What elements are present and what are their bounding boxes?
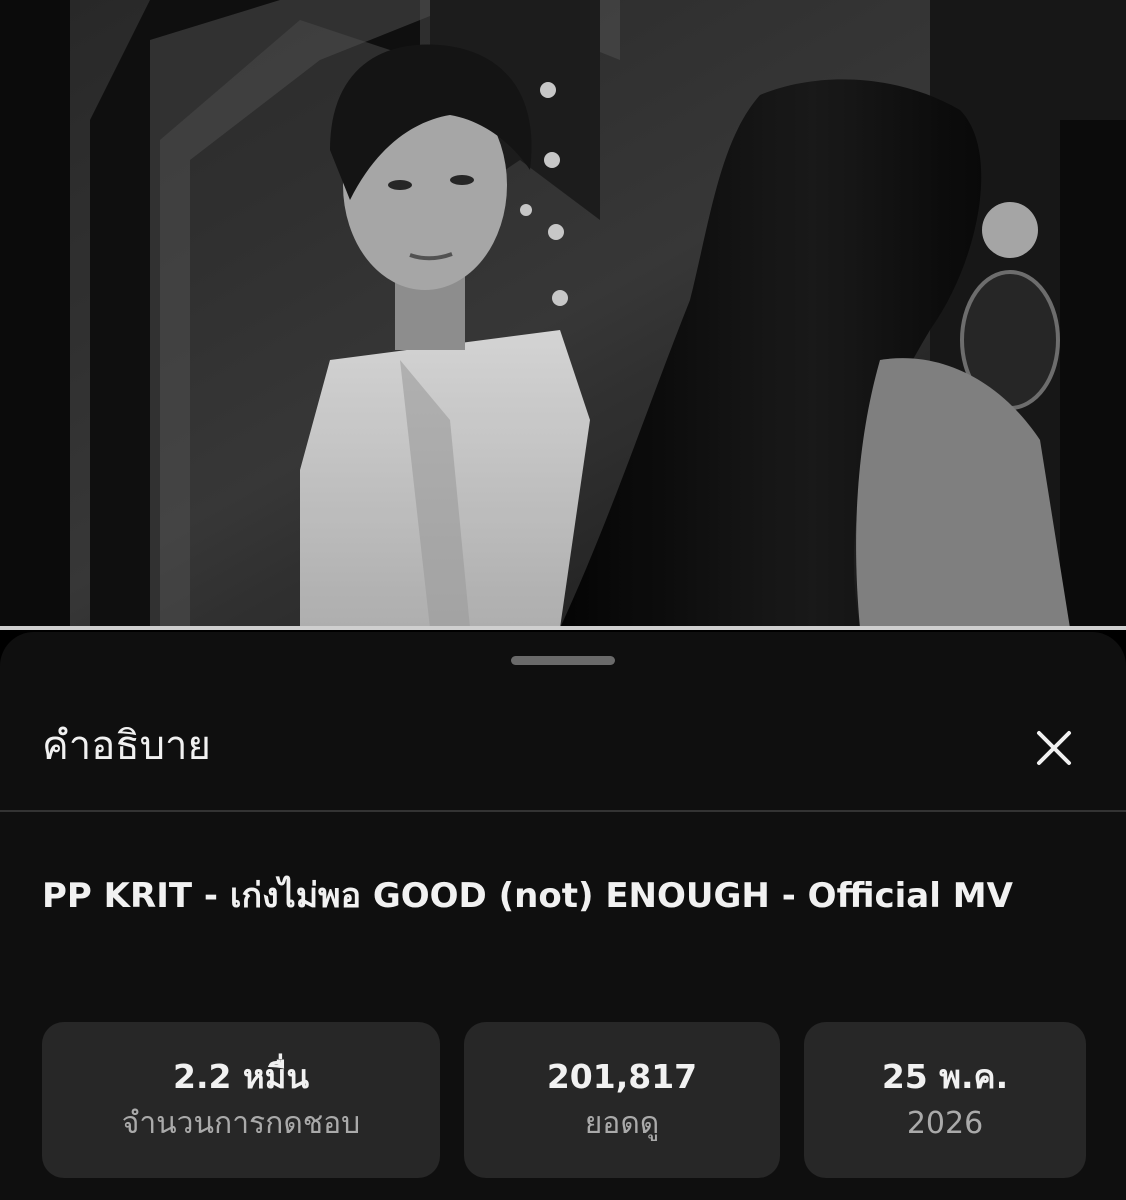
video-frame — [0, 0, 1126, 628]
views-stat-card: 201,817 ยอดดู — [464, 1022, 780, 1178]
likes-label: จำนวนการกดชอบ — [121, 1106, 361, 1141]
video-progress-fill — [0, 626, 1126, 630]
video-player[interactable] — [0, 0, 1126, 628]
sheet-title: คำอธิบาย — [42, 723, 211, 769]
publish-year: 2026 — [906, 1106, 984, 1141]
close-button[interactable] — [1020, 718, 1088, 778]
stats-row: 2.2 หมื่น จำนวนการกดชอบ 201,817 ยอดดู 25… — [42, 1022, 1086, 1178]
divider — [0, 810, 1126, 812]
video-progress-bar[interactable] — [0, 626, 1126, 630]
views-label: ยอดดู — [584, 1106, 660, 1141]
likes-count: 2.2 หมื่น — [172, 1057, 309, 1096]
likes-stat-card: 2.2 หมื่น จำนวนการกดชอบ — [42, 1022, 440, 1178]
date-stat-card: 25 พ.ค. 2026 — [804, 1022, 1086, 1178]
publish-date: 25 พ.ค. — [881, 1057, 1009, 1096]
views-count: 201,817 — [546, 1057, 698, 1096]
close-icon — [1037, 731, 1071, 765]
video-title: PP KRIT - เก่งไม่พอ GOOD (not) ENOUGH - … — [42, 876, 1013, 916]
drag-handle[interactable] — [511, 656, 615, 665]
description-sheet: คำอธิบาย PP KRIT - เก่งไม่พอ GOOD (not) … — [0, 632, 1126, 1200]
